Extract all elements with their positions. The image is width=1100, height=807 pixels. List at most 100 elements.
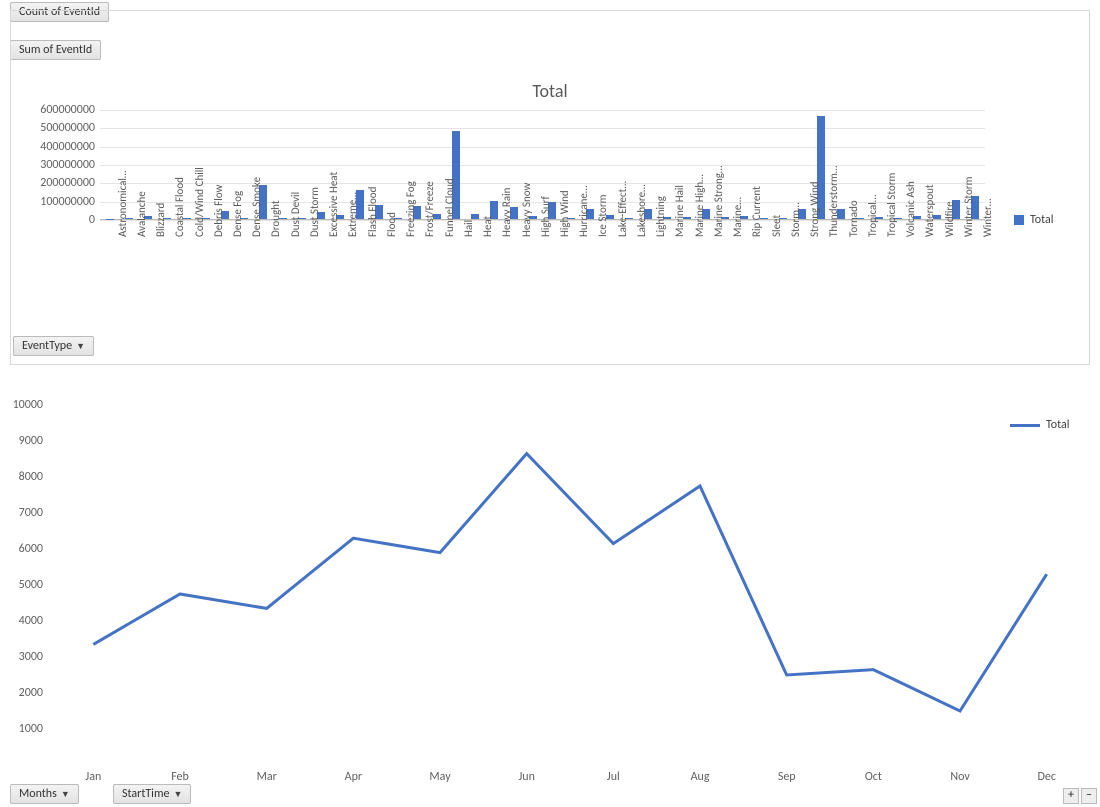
top-chart-x-tick: Cold/Wind Chill bbox=[193, 225, 206, 237]
top-chart-x-tick: Flash Flood bbox=[366, 225, 379, 237]
bottom-chart-y-tick: 2000 bbox=[19, 686, 43, 700]
top-chart-x-tick: Strong Wind bbox=[808, 225, 821, 237]
top-chart-x-tick: Dust Storm bbox=[308, 225, 321, 237]
bottom-chart-x-tick: May bbox=[397, 770, 484, 784]
zoom-in-button[interactable]: + bbox=[1063, 788, 1079, 804]
top-chart-x-tick: Funnel Cloud bbox=[443, 225, 456, 237]
top-chart-x-tick: Frost/Freeze bbox=[423, 225, 436, 237]
bottom-chart-x-tick: Oct bbox=[830, 770, 917, 784]
top-chart-x-tick: Blizzard bbox=[154, 225, 167, 237]
top-chart-x-tick: Wildfire bbox=[943, 225, 956, 237]
plus-icon: + bbox=[1068, 788, 1074, 802]
bottom-chart-x-tick: Sep bbox=[743, 770, 830, 784]
top-chart-x-tick: Marine High… bbox=[693, 225, 706, 237]
top-chart-x-tick: Sleet bbox=[770, 225, 783, 237]
bottom-chart-y-tick: 3000 bbox=[19, 650, 43, 664]
top-chart-x-tick: Ice Storm bbox=[596, 225, 609, 237]
dropdown-arrow-icon: ▼ bbox=[174, 789, 183, 800]
top-chart-x-tick: Drought bbox=[269, 225, 282, 237]
top-chart-y-tick: 600000000 bbox=[40, 103, 95, 117]
top-chart-x-tick: Dense Fog bbox=[231, 225, 244, 237]
bottom-chart-legend-label: Total bbox=[1046, 418, 1069, 432]
top-chart-x-tick: Winter Storm bbox=[962, 225, 975, 237]
bottom-chart-legend: Total bbox=[1010, 418, 1069, 432]
bottom-chart-x-tick: Feb bbox=[137, 770, 224, 784]
zoom-out-button[interactable]: – bbox=[1081, 788, 1097, 804]
top-chart-x-tick: Extreme… bbox=[346, 225, 359, 237]
minus-icon: – bbox=[1086, 788, 1092, 802]
top-chart-x-tick: Tropical… bbox=[866, 225, 879, 237]
top-chart-x-tick: Marine… bbox=[731, 225, 744, 237]
top-chart-plot: Astronomical…AvalancheBlizzardCoastal Fl… bbox=[100, 110, 985, 220]
bottom-chart-plot bbox=[50, 405, 1090, 765]
pivot-filter-starttime[interactable]: StartTime ▼ bbox=[113, 784, 191, 804]
bottom-chart-y-tick: 4000 bbox=[19, 614, 43, 628]
bottom-chart-y-tick: 1000 bbox=[19, 722, 43, 736]
top-chart-x-tick: Storm… bbox=[789, 225, 802, 237]
top-chart-x-tick: Debris Flow bbox=[212, 225, 225, 237]
top-chart-y-tick: 0 bbox=[89, 213, 95, 227]
top-chart-x-tick: Astronomical… bbox=[116, 225, 129, 237]
top-chart-y-tick: 200000000 bbox=[40, 176, 95, 190]
top-chart-legend: Total bbox=[1014, 213, 1053, 227]
top-chart-x-tick: Thunderstorm… bbox=[827, 225, 840, 237]
pivot-filter-months[interactable]: Months ▼ bbox=[10, 784, 79, 804]
pivot-filter-starttime-label: StartTime bbox=[122, 787, 170, 801]
top-chart-x-tick: Lakeshore… bbox=[635, 225, 648, 237]
top-chart-x-tick: Hurricane… bbox=[577, 225, 590, 237]
bottom-chart-x-tick: Jan bbox=[50, 770, 137, 784]
top-chart-x-tick: High Wind bbox=[558, 225, 571, 237]
bottom-chart-y-axis: 1000200030004000500060007000800090001000… bbox=[0, 405, 45, 765]
bottom-chart-y-tick: 8000 bbox=[19, 470, 43, 484]
bottom-chart-x-tick: Dec bbox=[1003, 770, 1090, 784]
top-chart-x-tick: High Surf bbox=[539, 225, 552, 237]
bottom-chart-x-axis: JanFebMarAprMayJunJulAugSepOctNovDec bbox=[50, 770, 1090, 784]
dropdown-arrow-icon: ▼ bbox=[61, 789, 70, 800]
top-chart-y-tick: 300000000 bbox=[40, 158, 95, 172]
top-chart-x-tick: Coastal Flood bbox=[173, 225, 186, 237]
top-chart-x-tick: Tropical Storm bbox=[885, 225, 898, 237]
bottom-chart-x-tick: Aug bbox=[657, 770, 744, 784]
bottom-chart-y-tick: 10000 bbox=[13, 398, 43, 412]
top-chart-y-axis: 0100000000200000000300000000400000000500… bbox=[10, 110, 95, 220]
bottom-chart-y-tick: 5000 bbox=[19, 578, 43, 592]
top-chart-x-tick: Marine Hail bbox=[673, 225, 686, 237]
pivot-filter-months-label: Months bbox=[19, 787, 57, 801]
top-chart-x-tick: Lake-Effect… bbox=[616, 225, 629, 237]
bottom-chart-x-tick: Jul bbox=[570, 770, 657, 784]
pivot-filter-eventtype-label: EventType bbox=[22, 339, 72, 353]
top-chart-y-tick: 100000000 bbox=[40, 195, 95, 209]
top-chart-x-tick: Marine Strong… bbox=[712, 225, 725, 237]
dropdown-arrow-icon: ▼ bbox=[76, 341, 85, 352]
bottom-chart-x-tick: Apr bbox=[310, 770, 397, 784]
top-chart-y-tick: 500000000 bbox=[40, 121, 95, 135]
top-chart-x-tick: Avalanche bbox=[135, 225, 148, 237]
top-chart-x-tick: Tornado bbox=[847, 225, 860, 237]
top-chart-x-tick: Freezing Fog bbox=[404, 225, 417, 237]
top-chart-x-tick: Dense Smoke bbox=[250, 225, 263, 237]
legend-swatch-icon bbox=[1014, 215, 1024, 225]
bottom-chart-y-tick: 7000 bbox=[19, 506, 43, 520]
top-chart-x-tick: Lightning bbox=[654, 225, 667, 237]
legend-line-icon bbox=[1010, 424, 1040, 427]
top-chart-x-tick: Heavy Snow bbox=[520, 225, 533, 237]
top-chart-y-tick: 400000000 bbox=[40, 140, 95, 154]
top-chart-x-tick: Winter… bbox=[981, 225, 994, 237]
top-chart-x-tick: Excessive Heat bbox=[327, 225, 340, 237]
top-chart-x-tick: Heat bbox=[481, 225, 494, 237]
top-chart-title: Total bbox=[532, 80, 567, 102]
top-chart-x-tick: Hail bbox=[462, 225, 475, 237]
top-chart-x-tick: Volcanic Ash bbox=[904, 225, 917, 237]
pivot-filter-eventtype[interactable]: EventType ▼ bbox=[13, 336, 94, 356]
line-series bbox=[93, 454, 1046, 711]
top-chart-x-tick: Rip Current bbox=[750, 225, 763, 237]
bottom-chart-x-tick: Nov bbox=[917, 770, 1004, 784]
top-chart-x-tick: Flood bbox=[385, 225, 398, 237]
bottom-chart-x-tick: Mar bbox=[223, 770, 310, 784]
top-chart-legend-label: Total bbox=[1030, 213, 1053, 227]
bottom-chart-y-tick: 9000 bbox=[19, 434, 43, 448]
bottom-chart-x-tick: Jun bbox=[483, 770, 570, 784]
top-chart-x-tick: Heavy Rain bbox=[500, 225, 513, 237]
bottom-chart-y-tick: 6000 bbox=[19, 542, 43, 556]
top-chart-x-tick: Dust Devil bbox=[289, 225, 302, 237]
